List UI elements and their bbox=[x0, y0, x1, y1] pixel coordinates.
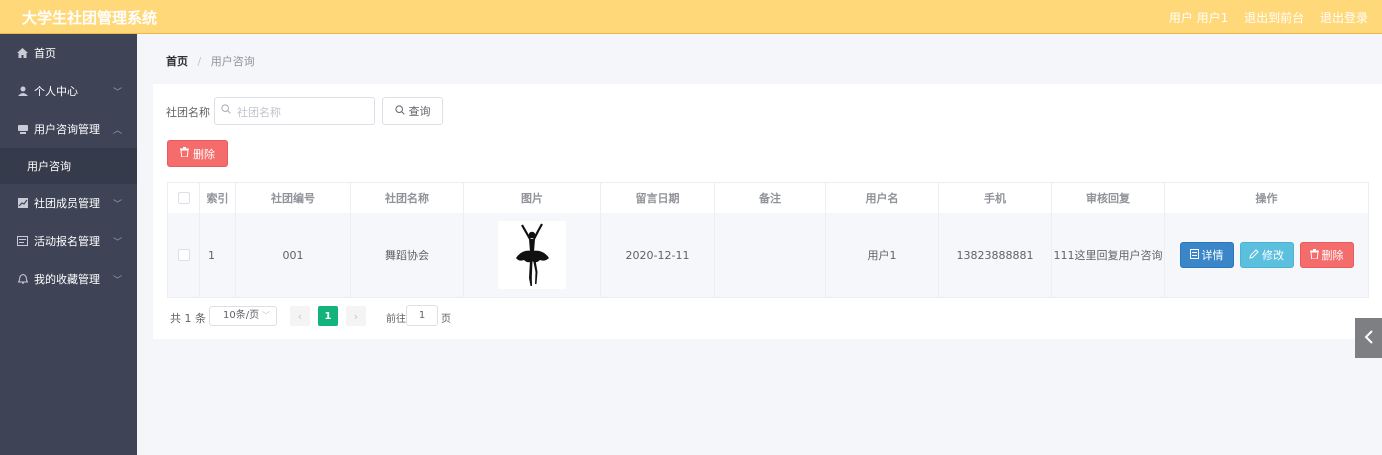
search-input[interactable] bbox=[235, 102, 369, 122]
cell-username: 用户1 bbox=[826, 213, 939, 297]
chevron-left-icon bbox=[1364, 328, 1374, 349]
pagination-total: 共 1 条 bbox=[170, 312, 206, 325]
current-user-label: 用户 用户1 bbox=[1168, 11, 1229, 25]
trash-icon bbox=[180, 147, 189, 160]
goto-page-input[interactable]: 1 bbox=[406, 305, 438, 326]
row-delete-button[interactable]: 删除 bbox=[1299, 242, 1354, 268]
sidebar-item-profile[interactable]: 个人中心 ﹀ bbox=[0, 72, 137, 110]
breadcrumb: 首页 / 用户咨询 bbox=[166, 53, 255, 69]
cell-reply: 111这里回复用户咨询 bbox=[1052, 213, 1165, 297]
col-header-image: 图片 bbox=[464, 183, 601, 213]
sidebar-subitem-consult[interactable]: 用户咨询 bbox=[0, 148, 137, 184]
chart-icon bbox=[17, 198, 28, 209]
col-header-reply: 审核回复 bbox=[1052, 183, 1165, 213]
goto-suffix: 页 bbox=[441, 314, 451, 325]
col-header-phone: 手机 bbox=[939, 183, 1052, 213]
sidebar-item-label: 活动报名管理 bbox=[34, 235, 100, 248]
user-icon bbox=[17, 86, 28, 97]
breadcrumb-current: 用户咨询 bbox=[210, 55, 255, 68]
sidebar-item-label: 个人中心 bbox=[34, 85, 78, 98]
sidebar-item-label: 我的收藏管理 bbox=[34, 273, 100, 286]
prev-page-button[interactable]: ‹ bbox=[290, 306, 310, 326]
chevron-up-icon: ︿ bbox=[112, 126, 122, 136]
cell-remark bbox=[715, 213, 826, 297]
chevron-left-icon: ‹ bbox=[297, 309, 303, 323]
top-header: 大学生社团管理系统 用户 用户1 退出到前台 退出登录 bbox=[0, 0, 1382, 34]
col-header-club-name: 社团名称 bbox=[351, 183, 464, 213]
cell-club-name: 舞蹈协会 bbox=[351, 213, 464, 297]
sidebar-item-activity[interactable]: 活动报名管理 ﹀ bbox=[0, 222, 137, 260]
sidebar-item-label: 用户咨询 bbox=[27, 160, 71, 173]
search-label: 社团名称 bbox=[166, 106, 210, 119]
col-header-index: 索引 bbox=[200, 183, 236, 213]
next-page-button[interactable]: › bbox=[346, 306, 366, 326]
side-panel-toggle[interactable] bbox=[1355, 318, 1382, 358]
chevron-down-icon: ﹀ bbox=[112, 276, 122, 286]
table-header: 索引 社团编号 社团名称 图片 留言日期 备注 用户名 手机 审核回复 操作 bbox=[168, 183, 1368, 214]
col-header-username: 用户名 bbox=[826, 183, 939, 213]
chevron-right-icon: › bbox=[353, 309, 359, 323]
consultation-table: 索引 社团编号 社团名称 图片 留言日期 备注 用户名 手机 审核回复 操作 1… bbox=[167, 182, 1369, 298]
col-header-date: 留言日期 bbox=[601, 183, 715, 213]
cell-actions: 详情 修改 删除 bbox=[1165, 213, 1368, 297]
sidebar-item-label: 用户咨询管理 bbox=[34, 123, 100, 136]
sidebar-item-members[interactable]: 社团成员管理 ﹀ bbox=[0, 184, 137, 222]
page-size-select[interactable]: 10条/页 ﹀ bbox=[209, 306, 277, 326]
bulk-delete-label: 删除 bbox=[193, 147, 215, 161]
chevron-down-icon: ﹀ bbox=[112, 88, 122, 98]
sidebar-item-consult-mgmt[interactable]: 用户咨询管理 ︿ bbox=[0, 110, 137, 148]
edit-icon bbox=[1249, 248, 1259, 262]
row-delete-button-label: 删除 bbox=[1321, 249, 1344, 262]
header-actions: 用户 用户1 退出到前台 退出登录 bbox=[1169, 9, 1368, 26]
query-button[interactable]: 查询 bbox=[382, 97, 443, 125]
ballet-dancer-image bbox=[516, 223, 549, 286]
table-row: 1 001 舞蹈协会 2020-12-11 用户1 13823888881 11… bbox=[168, 213, 1368, 297]
detail-button[interactable]: 详情 bbox=[1179, 242, 1234, 268]
row-checkbox[interactable] bbox=[177, 249, 190, 261]
row-checkbox-cell bbox=[168, 213, 200, 297]
chevron-down-icon: ﹀ bbox=[112, 200, 122, 210]
sidebar-item-favorites[interactable]: 我的收藏管理 ﹀ bbox=[0, 260, 137, 298]
trash-icon bbox=[1309, 248, 1319, 262]
query-button-label: 查询 bbox=[408, 105, 431, 118]
logout-link[interactable]: 退出登录 bbox=[1320, 11, 1368, 25]
sidebar: 首页 个人中心 ﹀ 用户咨询管理 ︿ 用户咨询 社团成员管理 ﹀ 活动报名管理 … bbox=[0, 34, 137, 455]
page-number-current[interactable]: 1 bbox=[318, 306, 338, 326]
cell-phone: 13823888881 bbox=[939, 213, 1052, 297]
sidebar-item-label: 首页 bbox=[34, 47, 56, 60]
search-field[interactable] bbox=[214, 97, 375, 125]
home-icon bbox=[17, 48, 28, 59]
select-all-checkbox-cell bbox=[168, 183, 200, 213]
breadcrumb-home[interactable]: 首页 bbox=[166, 55, 188, 68]
cell-image bbox=[464, 213, 601, 297]
col-header-club-no: 社团编号 bbox=[236, 183, 351, 213]
sidebar-item-home[interactable]: 首页 bbox=[0, 34, 137, 72]
page-size-value: 10条/页 bbox=[223, 310, 260, 321]
cell-club-no: 001 bbox=[236, 213, 351, 297]
detail-button-label: 详情 bbox=[1201, 249, 1224, 262]
edit-button[interactable]: 修改 bbox=[1239, 242, 1294, 268]
edit-button-label: 修改 bbox=[1262, 249, 1284, 262]
bell-icon bbox=[17, 274, 28, 285]
club-image[interactable] bbox=[498, 221, 566, 289]
search-icon bbox=[394, 104, 405, 118]
col-header-remark: 备注 bbox=[715, 183, 826, 213]
breadcrumb-separator: / bbox=[197, 55, 202, 68]
cell-index: 1 bbox=[200, 213, 236, 297]
to-frontend-link[interactable]: 退出到前台 bbox=[1244, 11, 1304, 25]
message-icon bbox=[17, 124, 28, 135]
select-all-checkbox[interactable] bbox=[177, 192, 190, 204]
cell-date: 2020-12-11 bbox=[601, 213, 715, 297]
chevron-down-icon: ﹀ bbox=[262, 311, 270, 320]
list-icon bbox=[17, 236, 28, 247]
goto-label: 前往 bbox=[386, 314, 406, 325]
bulk-delete-button[interactable]: 删除 bbox=[167, 140, 228, 167]
search-icon bbox=[221, 104, 231, 117]
app-title: 大学生社团管理系统 bbox=[22, 9, 158, 27]
sidebar-item-label: 社团成员管理 bbox=[34, 197, 100, 210]
document-icon bbox=[1189, 248, 1199, 262]
col-header-actions: 操作 bbox=[1255, 192, 1278, 205]
chevron-down-icon: ﹀ bbox=[112, 238, 122, 248]
